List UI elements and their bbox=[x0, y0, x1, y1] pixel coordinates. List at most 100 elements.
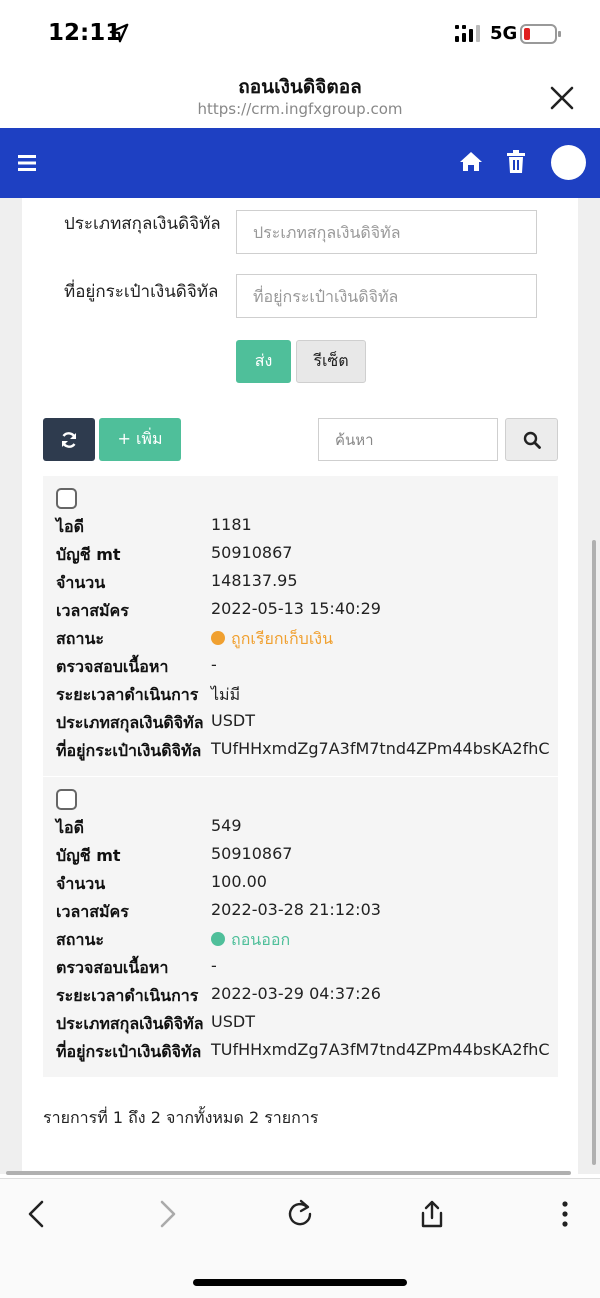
reload-icon[interactable] bbox=[285, 1199, 315, 1229]
field-value: 1181 bbox=[211, 515, 252, 534]
record-card: ไอดี 549 บัญชี mt 50910867 จำนวน 100.00 … bbox=[43, 777, 558, 1077]
field-label: ประเภทสกุลเงินดิจิทัล bbox=[56, 1014, 204, 1033]
field-label: สถานะ bbox=[56, 629, 104, 648]
field-status: สถานะ ถูกเรียกเก็บเงิน bbox=[56, 627, 558, 653]
field-label: บัญชี mt bbox=[56, 846, 121, 865]
currency-type-label: ประเภทสกุลเงินดิจิทัล bbox=[64, 214, 221, 234]
field-id: ไอดี 1181 bbox=[56, 515, 558, 541]
field-value: USDT bbox=[211, 1012, 255, 1031]
field-value: TUfHHxmdZg7A3fM7tnd4ZPm44bsKA2fhC bbox=[211, 739, 550, 758]
field-wallet-address: ที่อยู่กระเป๋าเงินดิจิทัล TUfHHxmdZg7A3f… bbox=[56, 1040, 558, 1066]
field-value: - bbox=[211, 655, 217, 674]
refresh-button[interactable] bbox=[43, 418, 95, 461]
wallet-address-row: ที่อยู่กระเป๋าเงินดิจิทัล bbox=[22, 274, 578, 318]
trash-icon[interactable] bbox=[505, 149, 527, 175]
record-checkbox[interactable] bbox=[56, 789, 77, 810]
field-label: จำนวน bbox=[56, 573, 106, 592]
field-processing-time: ระยะเวลาดำเนินการ ไม่มี bbox=[56, 683, 558, 709]
field-value: TUfHHxmdZg7A3fM7tnd4ZPm44bsKA2fhC bbox=[211, 1040, 550, 1059]
pagination-info: รายการที่ 1 ถึง 2 จากทั้งหมด 2 รายการ bbox=[43, 1108, 319, 1127]
home-icon[interactable] bbox=[458, 149, 484, 175]
field-value: 148137.95 bbox=[211, 571, 298, 590]
field-value: 2022-03-28 21:12:03 bbox=[211, 900, 381, 919]
app-navbar bbox=[0, 128, 600, 198]
battery-icon bbox=[520, 24, 561, 44]
field-value: 100.00 bbox=[211, 872, 267, 891]
field-label: ระยะเวลาดำเนินการ bbox=[56, 986, 199, 1005]
field-value: 2022-05-13 15:40:29 bbox=[211, 599, 381, 618]
more-icon[interactable] bbox=[550, 1199, 580, 1229]
add-button[interactable]: + เพิ่ม bbox=[99, 418, 181, 461]
field-check-content: ตรวจสอบเนื้อหา - bbox=[56, 655, 558, 681]
record-card: ไอดี 1181 บัญชี mt 50910867 จำนวน 148137… bbox=[43, 476, 558, 776]
field-label: ตรวจสอบเนื้อหา bbox=[56, 958, 169, 977]
field-label: จำนวน bbox=[56, 874, 106, 893]
wallet-address-label: ที่อยู่กระเป๋าเงินดิจิทัล bbox=[64, 282, 219, 302]
field-processing-time: ระยะเวลาดำเนินการ 2022-03-29 04:37:26 bbox=[56, 984, 558, 1010]
field-value: 50910867 bbox=[211, 543, 293, 562]
search-input[interactable] bbox=[318, 418, 498, 461]
horizontal-scrollbar[interactable] bbox=[6, 1171, 571, 1175]
field-value: 2022-03-29 04:37:26 bbox=[211, 984, 381, 1003]
record-checkbox[interactable] bbox=[56, 488, 77, 509]
status-badge: ถอนออก bbox=[211, 928, 290, 953]
status-text: ถูกเรียกเก็บเงิน bbox=[231, 629, 334, 648]
status-dot bbox=[211, 631, 225, 645]
field-currency-type: ประเภทสกุลเงินดิจิทัล USDT bbox=[56, 711, 558, 737]
user-avatar[interactable] bbox=[551, 145, 586, 180]
status-text: ถอนออก bbox=[231, 930, 291, 949]
field-mt-account: บัญชี mt 50910867 bbox=[56, 543, 558, 569]
field-label: เวลาสมัคร bbox=[56, 601, 129, 620]
send-button[interactable]: ส่ง bbox=[236, 340, 291, 383]
field-label: ไอดี bbox=[56, 818, 85, 837]
back-icon[interactable] bbox=[22, 1199, 52, 1229]
search-icon bbox=[523, 431, 541, 449]
reset-button[interactable]: รีเซ็ต bbox=[296, 340, 366, 383]
page-title: ถอนเงินดิจิตอล bbox=[238, 76, 362, 98]
close-icon[interactable] bbox=[548, 84, 576, 112]
field-amount: จำนวน 148137.95 bbox=[56, 571, 558, 597]
field-amount: จำนวน 100.00 bbox=[56, 872, 558, 898]
signal-icon bbox=[455, 25, 480, 42]
status-badge: ถูกเรียกเก็บเงิน bbox=[211, 627, 333, 652]
field-label: เวลาสมัคร bbox=[56, 902, 129, 921]
status-dot bbox=[211, 932, 225, 946]
field-label: บัญชี mt bbox=[56, 545, 121, 564]
location-arrow-icon bbox=[109, 23, 129, 43]
field-wallet-address: ที่อยู่กระเป๋าเงินดิจิทัล TUfHHxmdZg7A3f… bbox=[56, 739, 558, 765]
field-register-time: เวลาสมัคร 2022-03-28 21:12:03 bbox=[56, 900, 558, 926]
forward-icon[interactable] bbox=[152, 1199, 182, 1229]
wallet-address-input[interactable] bbox=[236, 274, 537, 318]
network-type: 5G bbox=[490, 23, 518, 44]
search-button[interactable] bbox=[505, 418, 558, 461]
refresh-icon bbox=[61, 431, 77, 448]
field-label: ที่อยู่กระเป๋าเงินดิจิทัล bbox=[56, 741, 202, 760]
menu-icon[interactable] bbox=[18, 150, 44, 176]
currency-type-input[interactable] bbox=[236, 210, 537, 254]
field-register-time: เวลาสมัคร 2022-05-13 15:40:29 bbox=[56, 599, 558, 625]
main-content: ประเภทสกุลเงินดิจิทัล ที่อยู่กระเป๋าเงิน… bbox=[22, 198, 578, 1174]
field-value: - bbox=[211, 956, 217, 975]
field-value: ไม่มี bbox=[211, 685, 241, 704]
browser-header: ถอนเงินดิจิตอล https://crm.ingfxgroup.co… bbox=[0, 64, 600, 128]
field-label: ระยะเวลาดำเนินการ bbox=[56, 685, 199, 704]
status-bar: 12:11 5G bbox=[0, 0, 600, 64]
field-value: 50910867 bbox=[211, 844, 293, 863]
field-status: สถานะ ถอนออก bbox=[56, 928, 558, 954]
field-mt-account: บัญชี mt 50910867 bbox=[56, 844, 558, 870]
currency-type-row: ประเภทสกุลเงินดิจิทัล bbox=[22, 210, 578, 254]
field-currency-type: ประเภทสกุลเงินดิจิทัล USDT bbox=[56, 1012, 558, 1038]
field-value: USDT bbox=[211, 711, 255, 730]
field-id: ไอดี 549 bbox=[56, 816, 558, 842]
field-label: ตรวจสอบเนื้อหา bbox=[56, 657, 169, 676]
field-value: 549 bbox=[211, 816, 242, 835]
field-check-content: ตรวจสอบเนื้อหา - bbox=[56, 956, 558, 982]
browser-toolbar bbox=[0, 1178, 600, 1298]
vertical-scrollbar[interactable] bbox=[592, 540, 596, 1165]
page-url: https://crm.ingfxgroup.com bbox=[197, 100, 403, 118]
share-icon[interactable] bbox=[417, 1199, 447, 1229]
home-indicator bbox=[193, 1279, 407, 1286]
field-label: ไอดี bbox=[56, 517, 85, 536]
field-label: สถานะ bbox=[56, 930, 104, 949]
field-label: ประเภทสกุลเงินดิจิทัล bbox=[56, 713, 204, 732]
